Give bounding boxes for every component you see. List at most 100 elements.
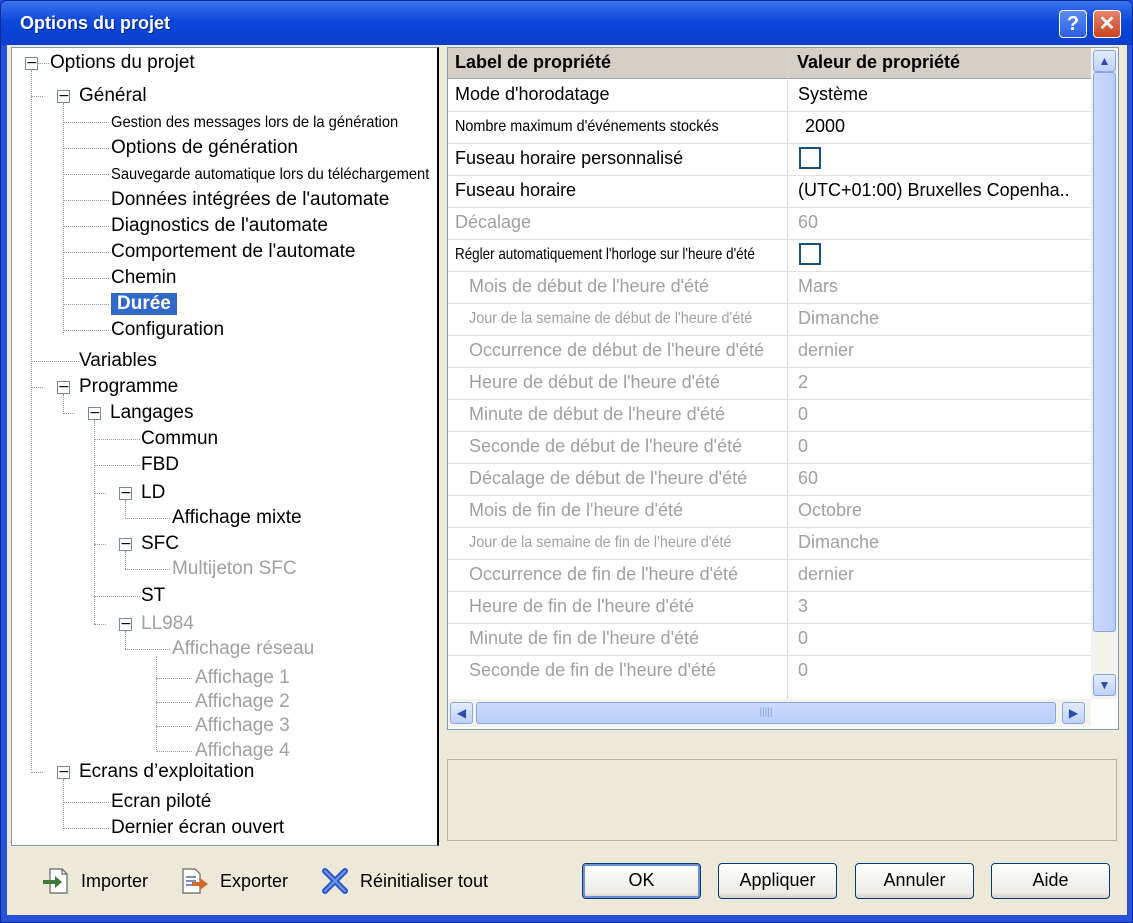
grid-row[interactable]: Régler automatiquement l'horloge sur l'h… [448, 239, 1091, 272]
tree-node-affichage-1[interactable]: Affichage 1 [195, 667, 290, 689]
tree-node-sfc[interactable]: SFC [141, 533, 179, 555]
options-dialog: Options du projet ? ✕ − − − − − − − − Op… [0, 0, 1133, 923]
ok-button[interactable]: OK [582, 863, 701, 899]
property-value: 2 [798, 372, 809, 392]
tree-node-configuration[interactable]: Configuration [111, 319, 224, 341]
title-bar[interactable]: Options du projet ? ✕ [1, 1, 1132, 45]
grid-row[interactable]: Décalage 60 [448, 207, 1091, 240]
scroll-down-icon[interactable]: ▼ [1093, 674, 1116, 696]
tree-node-affichage-2[interactable]: Affichage 2 [195, 691, 290, 713]
tree-node-general[interactable]: Général [79, 85, 147, 107]
tree-line [125, 631, 126, 649]
grid-row[interactable]: Seconde de fin de l'heure d'été 0 [448, 655, 1091, 687]
grid-row[interactable]: Mode d'horodatage Système [448, 79, 1091, 112]
tree-node-variables[interactable]: Variables [79, 350, 157, 372]
tree-line [125, 551, 126, 569]
tree-node-ecrans[interactable]: Ecrans d’exploitation [79, 761, 254, 783]
grid-row[interactable]: Minute de début de l'heure d'été 0 [448, 399, 1091, 432]
scroll-left-icon[interactable]: ◀ [450, 702, 473, 724]
auto-dst-checkbox[interactable] [799, 243, 821, 265]
tree-node-options-generation[interactable]: Options de génération [111, 137, 298, 159]
tree-node-langages[interactable]: Langages [110, 402, 193, 424]
help-title-button[interactable]: ? [1059, 10, 1087, 38]
export-icon [182, 868, 208, 894]
grid-row[interactable]: Heure de fin de l'heure d'été 3 [448, 591, 1091, 624]
tree-node-commun[interactable]: Commun [141, 428, 218, 450]
property-value: 0 [798, 660, 809, 680]
grid-row[interactable]: Seconde de début de l'heure d'été 0 [448, 431, 1091, 464]
tree-node-root[interactable]: Options du projet [50, 52, 195, 74]
grid-row[interactable]: Mois de fin de l'heure d'été Octobre [448, 495, 1091, 528]
export-button[interactable]: Exporter [180, 863, 288, 899]
tree-node-affichage-3[interactable]: Affichage 3 [195, 715, 290, 737]
vertical-scroll-thumb[interactable] [1093, 72, 1116, 632]
property-value[interactable]: (UTC+01:00) Bruxelles Copenha.. [798, 180, 1070, 201]
tree-node-ll984[interactable]: LL984 [141, 613, 194, 635]
grid-row[interactable]: Nombre maximum d'événements stockés 2000 [448, 111, 1091, 144]
tree-node-affichage-mixte[interactable]: Affichage mixte [172, 507, 302, 529]
tree-line [63, 330, 109, 331]
collapse-icon[interactable]: − [88, 406, 101, 420]
horizontal-scrollbar[interactable]: ◀ ||||| ▶ [448, 699, 1091, 727]
vertical-scrollbar[interactable]: ▲ ▼ [1091, 48, 1118, 699]
grid-row[interactable]: Fuseau horaire (UTC+01:00) Bruxelles Cop… [448, 175, 1091, 208]
tree-node-ecran-pilote[interactable]: Ecran piloté [111, 791, 211, 813]
tree-node-dernier-ecran[interactable]: Dernier écran ouvert [111, 817, 284, 839]
column-header-label[interactable]: Label de propriété [455, 52, 611, 73]
dialog-body: − − − − − − − − Options du projet Généra… [7, 45, 1127, 915]
tree-node-duree-selected[interactable]: Durée [111, 293, 177, 315]
tree-node-messages[interactable]: Gestion des messages lors de la générati… [111, 112, 398, 134]
collapse-icon[interactable]: − [57, 89, 70, 103]
import-button[interactable]: Importer [41, 863, 148, 899]
property-label: Jour de la semaine de début de l'heure d… [469, 310, 753, 327]
horizontal-scroll-thumb[interactable]: ||||| [476, 702, 1056, 724]
property-label: Décalage [455, 212, 532, 232]
grid-row[interactable]: Jour de la semaine de fin de l'heure d'é… [448, 527, 1091, 560]
collapse-icon[interactable]: − [57, 765, 70, 779]
property-value[interactable]: 2000 [805, 116, 845, 137]
tree-node-multijeton-sfc[interactable]: Multijeton SFC [172, 558, 297, 580]
cancel-button[interactable]: Annuler [855, 863, 974, 899]
tree-node-ld[interactable]: LD [141, 482, 165, 504]
tree-node-programme[interactable]: Programme [79, 376, 178, 398]
tree-line [94, 439, 140, 440]
property-label: Occurrence de début de l'heure d'été [469, 340, 765, 360]
tree-node-diagnostics[interactable]: Diagnostics de l'automate [111, 215, 328, 237]
tree-node-sauvegarde[interactable]: Sauvegarde automatique lors du télécharg… [111, 164, 429, 186]
grid-row[interactable]: Occurrence de fin de l'heure d'été derni… [448, 559, 1091, 592]
tree-line [63, 252, 109, 253]
grid-row[interactable]: Décalage de début de l'heure d'été 60 [448, 463, 1091, 496]
tree-node-comportement[interactable]: Comportement de l'automate [111, 241, 355, 263]
tree-node-fbd[interactable]: FBD [141, 454, 179, 476]
collapse-icon[interactable]: − [57, 380, 70, 394]
property-value: 60 [798, 212, 819, 232]
tree-node-st[interactable]: ST [141, 585, 165, 607]
grid-row[interactable]: Heure de début de l'heure d'été 2 [448, 367, 1091, 400]
grid-row[interactable]: Occurrence de début de l'heure d'été der… [448, 335, 1091, 368]
collapse-icon[interactable]: − [25, 56, 38, 70]
tree-node-chemin[interactable]: Chemin [111, 267, 176, 289]
grid-row[interactable]: Fuseau horaire personnalisé [448, 143, 1091, 176]
tree-node-affichage-reseau[interactable]: Affichage réseau [172, 638, 314, 660]
collapse-icon[interactable]: − [119, 537, 132, 551]
collapse-icon[interactable]: − [119, 617, 132, 631]
grid-row[interactable]: Jour de la semaine de début de l'heure d… [448, 303, 1091, 336]
property-value[interactable]: Système [798, 84, 868, 105]
tree-node-affichage-4[interactable]: Affichage 4 [195, 740, 290, 762]
apply-button[interactable]: Appliquer [718, 863, 837, 899]
property-value: 0 [798, 404, 809, 424]
grid-row[interactable]: Minute de fin de l'heure d'été 0 [448, 623, 1091, 656]
options-tree[interactable]: − − − − − − − − Options du projet Généra… [11, 47, 439, 846]
collapse-icon[interactable]: − [119, 486, 132, 500]
tree-node-donnees[interactable]: Données intégrées de l'automate [111, 189, 389, 211]
help-button[interactable]: Aide [991, 863, 1110, 899]
grid-row[interactable]: Mois de début de l'heure d'été Mars [448, 271, 1091, 304]
close-button[interactable]: ✕ [1093, 10, 1121, 38]
scroll-right-icon[interactable]: ▶ [1062, 702, 1085, 724]
column-header-value[interactable]: Valeur de propriété [797, 52, 960, 73]
scroll-up-icon[interactable]: ▲ [1093, 50, 1116, 72]
reset-all-button[interactable]: Réinitialiser tout [320, 863, 488, 899]
property-grid[interactable]: Label de propriété Valeur de propriété M… [447, 47, 1119, 730]
reset-label: Réinitialiser tout [360, 870, 489, 891]
custom-timezone-checkbox[interactable] [799, 147, 821, 169]
